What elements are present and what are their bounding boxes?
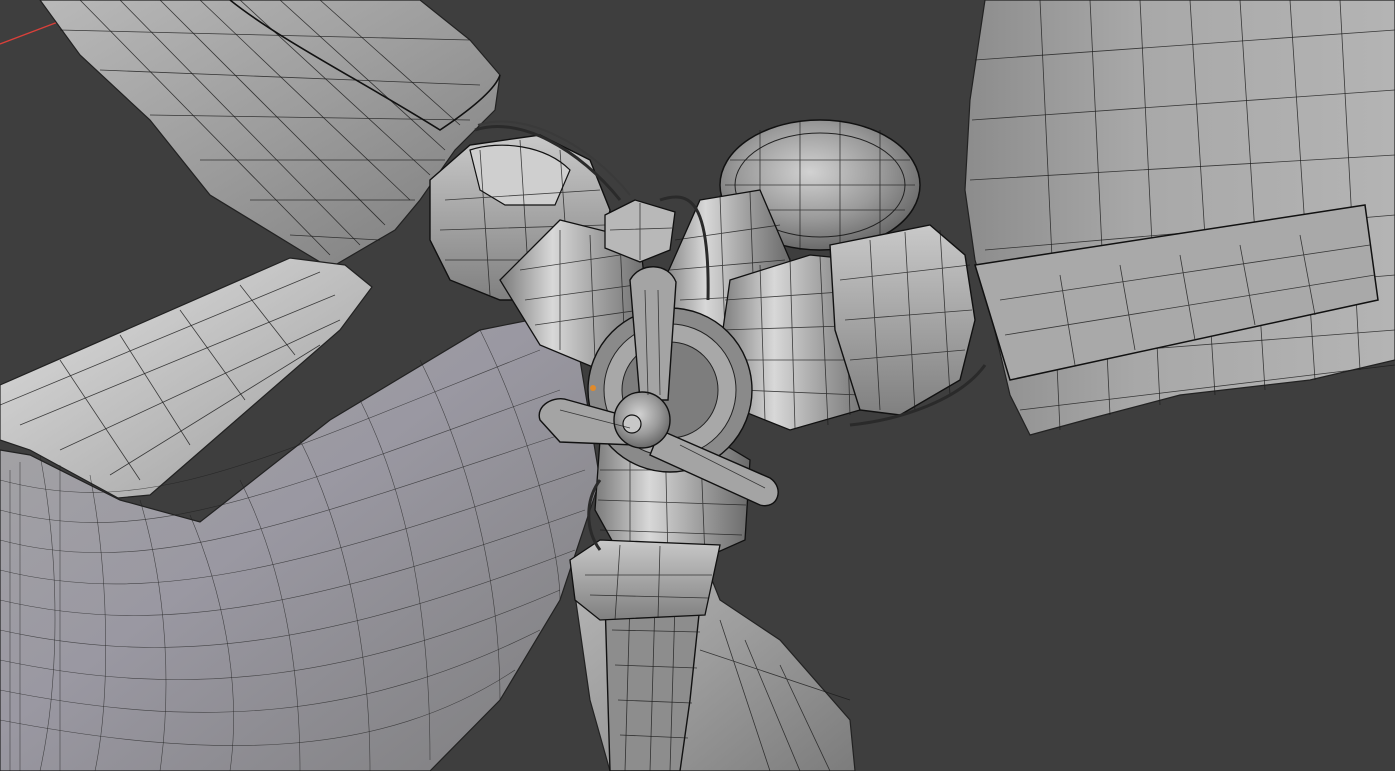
viewport-canvas[interactable] [0,0,1395,771]
pitch-link[interactable] [604,199,676,263]
3d-viewport[interactable] [0,0,1395,771]
blade-right[interactable] [964,0,1395,436]
pivot-marker [590,385,596,391]
x-axis-line [0,21,59,45]
